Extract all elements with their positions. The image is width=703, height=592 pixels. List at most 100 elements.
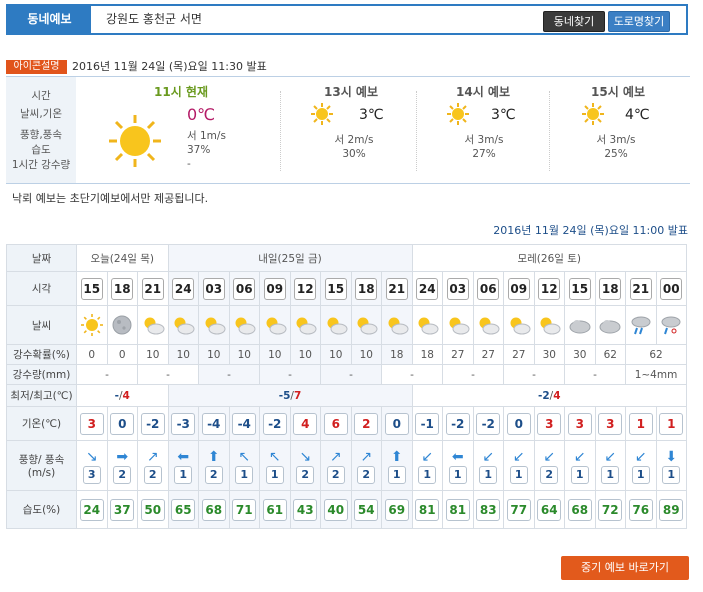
wind-cell: ↙ 1	[625, 440, 657, 491]
cloud-sun-icon	[174, 317, 195, 335]
humidity-cell: 37	[106, 490, 138, 529]
cloud-sun-icon	[388, 317, 409, 335]
divider	[416, 91, 417, 171]
humidity-cell: 64	[533, 490, 565, 529]
hour-cell: 21	[625, 271, 657, 306]
temp-cell: 6	[320, 406, 352, 441]
hour-badge: 15	[80, 277, 103, 300]
pop-cell: 30	[533, 344, 565, 365]
weather-cell	[533, 305, 565, 345]
current-wind: 서 1m/s	[187, 130, 226, 142]
hour-cell: 03	[442, 271, 474, 306]
wind-arrow-icon: ↗	[329, 448, 342, 465]
forecast-13-humidity: 30%	[342, 148, 366, 160]
wind-speed-badge: 1	[662, 465, 681, 484]
humidity-badge: 81	[415, 498, 440, 521]
mid-term-forecast-button[interactable]: 중기 예보 바로가기	[561, 556, 689, 580]
humidity-badge: 68	[567, 498, 592, 521]
hour-cell: 12	[289, 271, 321, 306]
rain-cell: -	[320, 364, 382, 385]
pop-cell: 30	[564, 344, 596, 365]
wind-row: 풍향/ 풍속(m/s) ↘ 3 ➡ 2 ↗ 2 ⬅ 1 ⬆ 2 ↖ 1 ↖ 1 ↘ 2 ↗ 2 ↗ 2 ⬆ 1 ↙ 1 ⬅ 1 ↙ 1…	[6, 440, 687, 491]
hour-cell: 09	[259, 271, 291, 306]
date-row-label: 날짜	[6, 244, 77, 272]
temp-badge: -3	[171, 412, 196, 435]
pop-cell: 10	[320, 344, 352, 365]
pop-cell: 62	[625, 344, 687, 365]
hour-badge: 21	[141, 277, 164, 300]
temp-cell: -4	[228, 406, 260, 441]
humidity-badge: 40	[323, 498, 348, 521]
minmax-row: 최저/최고(℃) -/4 -5/7 -2/4	[6, 384, 687, 407]
pop-row: 강수확률(%) 0 0 10 10 10 10 10 10 10 10 18 18 27 27 27 30 30…	[6, 344, 687, 365]
wind-cell: ↙ 2	[533, 440, 565, 491]
wind-cell: ↖ 1	[228, 440, 260, 491]
cloud-sun-icon	[479, 317, 500, 335]
issued-forecast-time: 2016년 11월 24일 (목)요일 11:00 발표	[493, 224, 688, 237]
cloud-sun-icon	[327, 317, 348, 335]
pop-cell: 27	[442, 344, 474, 365]
icon-guide-button[interactable]: 아이콘설명	[6, 60, 67, 74]
temp-cell: 0	[381, 406, 413, 441]
cloud-sun-icon	[235, 317, 256, 335]
find-road-button[interactable]: 도로명찾기	[608, 11, 670, 32]
issued-current-time: 2016년 11월 24일 (목)요일 11:30 발표	[72, 60, 267, 73]
hour-badge: 21	[629, 277, 652, 300]
wind-speed-badge: 2	[296, 465, 315, 484]
pop-cell: 27	[503, 344, 535, 365]
humidity-row-label: 습도(%)	[6, 490, 77, 529]
wind-arrow-icon: ↘	[299, 448, 312, 465]
day-after-tomorrow: 모레(26일 토)	[411, 244, 687, 272]
humidity-cell: 40	[320, 490, 352, 529]
temp-badge: 6	[323, 412, 348, 435]
wind-cell: ⬅ 1	[442, 440, 474, 491]
sun-icon	[80, 314, 103, 336]
weather-cell	[106, 305, 138, 345]
hour-cell: 18	[350, 271, 382, 306]
current-temperature: 0℃	[187, 105, 216, 124]
humidity-badge: 54	[354, 498, 379, 521]
rain-cell: -	[259, 364, 321, 385]
location-bar: 동네예보 강원도 홍천군 서면 동네찾기 도로명찾기	[6, 4, 688, 35]
rain-cell: -	[442, 364, 504, 385]
humidity-badge: 24	[79, 498, 104, 521]
temp-badge: 2	[354, 412, 379, 435]
wind-cell: ⬆ 1	[381, 440, 413, 491]
find-dong-button[interactable]: 동네찾기	[543, 11, 605, 32]
wind-arrow-icon: ↘	[85, 448, 98, 465]
humidity-badge: 50	[140, 498, 165, 521]
cloud-sun-icon	[266, 317, 287, 335]
wind-speed-badge: 1	[387, 465, 406, 484]
hour-badge: 18	[355, 277, 378, 300]
weather-cell	[350, 305, 382, 345]
temp-row-label: 기온(℃)	[6, 406, 77, 441]
sun-icon	[109, 115, 161, 167]
wind-arrow-icon: ⬆	[390, 448, 403, 465]
hour-badge: 15	[568, 277, 591, 300]
humidity-cell: 81	[411, 490, 443, 529]
cloud-sun-icon	[418, 317, 439, 335]
hour-cell: 09	[503, 271, 535, 306]
pop-cell: 18	[381, 344, 413, 365]
hour-cell: 06	[472, 271, 504, 306]
hour-cell: 12	[533, 271, 565, 306]
wind-cell: ↗ 2	[350, 440, 382, 491]
divider	[280, 91, 281, 171]
humidity-badge: 69	[384, 498, 409, 521]
temp-badge: 1	[659, 412, 684, 435]
cloud-icon	[569, 320, 591, 334]
wind-row-label: 풍향/ 풍속(m/s)	[6, 440, 77, 491]
temp-cell: -3	[167, 406, 199, 441]
humidity-badge: 68	[201, 498, 226, 521]
rain-cell: -	[137, 364, 199, 385]
humidity-badge: 76	[628, 498, 653, 521]
forecast-15-wind: 서 3m/s	[596, 134, 636, 146]
wind-cell: ↘ 3	[76, 440, 108, 491]
wind-speed-badge: 1	[479, 465, 498, 484]
wind-cell: ↗ 2	[137, 440, 169, 491]
temp-badge: -2	[140, 412, 165, 435]
cloud-icon	[599, 320, 621, 334]
wind-arrow-icon: ⬇	[665, 448, 678, 465]
hour-cell: 15	[320, 271, 352, 306]
temp-cell: -2	[259, 406, 291, 441]
